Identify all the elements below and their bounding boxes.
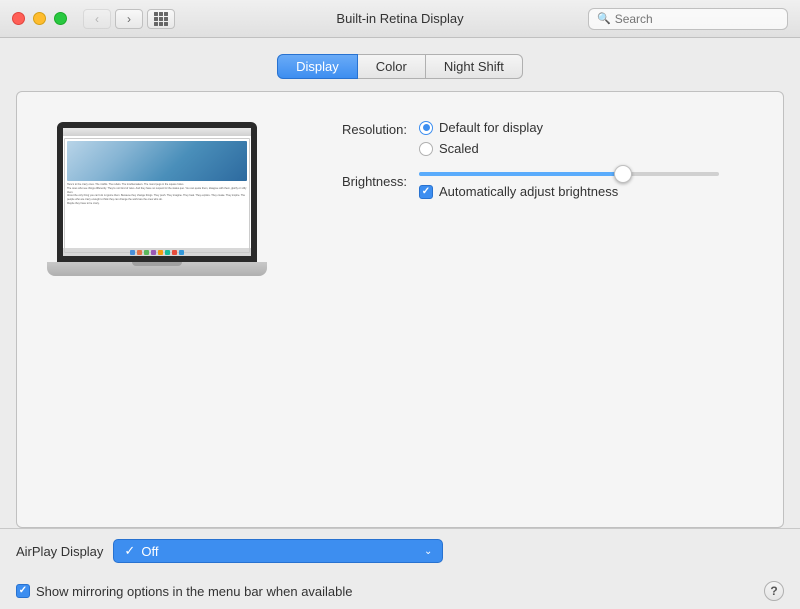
tab-bar: Display Color Night Shift bbox=[16, 54, 784, 79]
airplay-label: AirPlay Display bbox=[16, 544, 103, 559]
resolution-options: Default for display Scaled bbox=[419, 120, 543, 156]
mirroring-row: ✓ Show mirroring options in the menu bar… bbox=[0, 573, 800, 609]
screen-text-3: About the only thing you can't do is ign… bbox=[67, 194, 247, 202]
resolution-default-option[interactable]: Default for display bbox=[419, 120, 543, 135]
laptop-screen: Here's to the crazy ones. The misfits. T… bbox=[57, 122, 257, 262]
display-content: Here's to the crazy ones. The misfits. T… bbox=[47, 112, 753, 276]
laptop-illustration: Here's to the crazy ones. The misfits. T… bbox=[47, 122, 267, 276]
brightness-controls: ✓ Automatically adjust brightness bbox=[419, 172, 719, 199]
search-icon: 🔍 bbox=[597, 12, 611, 25]
brightness-slider-fill bbox=[419, 172, 623, 176]
radio-dot bbox=[423, 124, 430, 131]
auto-brightness-label: Automatically adjust brightness bbox=[439, 184, 618, 199]
resolution-default-label: Default for display bbox=[439, 120, 543, 135]
traffic-lights bbox=[12, 12, 67, 25]
brightness-setting: Brightness: ✓ Automatically adjust brigh… bbox=[307, 172, 753, 199]
checkbox-checkmark: ✓ bbox=[422, 187, 430, 197]
help-button[interactable]: ? bbox=[764, 581, 784, 601]
brightness-label: Brightness: bbox=[307, 172, 407, 189]
resolution-scaled-option[interactable]: Scaled bbox=[419, 141, 543, 156]
screen-image bbox=[67, 141, 247, 181]
laptop-notch bbox=[132, 262, 182, 266]
maximize-button[interactable] bbox=[54, 12, 67, 25]
mirroring-checkmark: ✓ bbox=[19, 586, 27, 596]
auto-brightness-row: ✓ Automatically adjust brightness bbox=[419, 184, 719, 199]
screen-text-2: The ones who see things differently. The… bbox=[67, 187, 247, 195]
brightness-slider-thumb[interactable] bbox=[614, 165, 632, 183]
forward-button[interactable]: › bbox=[115, 9, 143, 29]
auto-brightness-checkbox[interactable]: ✓ bbox=[419, 185, 433, 199]
mirroring-checkbox[interactable]: ✓ bbox=[16, 584, 30, 598]
resolution-scaled-radio[interactable] bbox=[419, 142, 433, 156]
screen-menubar bbox=[63, 128, 251, 136]
screen-inner: Here's to the crazy ones. The misfits. T… bbox=[63, 128, 251, 256]
window-title: Built-in Retina Display bbox=[336, 11, 463, 26]
back-button[interactable]: ‹ bbox=[83, 9, 111, 29]
resolution-scaled-label: Scaled bbox=[439, 141, 479, 156]
content-area: Display Color Night Shift Here's to the … bbox=[0, 38, 800, 528]
airplay-value: Off bbox=[141, 544, 424, 559]
chevron-down-icon: ⌄ bbox=[424, 546, 432, 557]
minimize-button[interactable] bbox=[33, 12, 46, 25]
settings-panel: Resolution: Default for display Scaled bbox=[307, 120, 753, 199]
airplay-checkmark: ✓ bbox=[124, 543, 135, 559]
tab-night-shift[interactable]: Night Shift bbox=[426, 54, 523, 79]
mirroring-label: Show mirroring options in the menu bar w… bbox=[36, 584, 353, 599]
tab-color[interactable]: Color bbox=[358, 54, 426, 79]
airplay-dropdown[interactable]: ✓ Off ⌄ bbox=[113, 539, 443, 563]
resolution-default-radio[interactable] bbox=[419, 121, 433, 135]
grid-view-button[interactable] bbox=[147, 9, 175, 29]
airplay-bar: AirPlay Display ✓ Off ⌄ bbox=[0, 528, 800, 573]
search-bar[interactable]: 🔍 bbox=[588, 8, 788, 30]
brightness-slider-track[interactable] bbox=[419, 172, 719, 176]
nav-buttons: ‹ › bbox=[83, 9, 143, 29]
resolution-label: Resolution: bbox=[307, 120, 407, 137]
close-button[interactable] bbox=[12, 12, 25, 25]
laptop-base bbox=[47, 262, 267, 276]
screen-dock bbox=[63, 248, 251, 256]
bottom-section: AirPlay Display ✓ Off ⌄ ✓ Show mirroring… bbox=[0, 528, 800, 609]
tab-display[interactable]: Display bbox=[277, 54, 358, 79]
title-bar: ‹ › Built-in Retina Display 🔍 bbox=[0, 0, 800, 38]
search-input[interactable] bbox=[615, 12, 779, 26]
resolution-setting: Resolution: Default for display Scaled bbox=[307, 120, 753, 156]
screen-window: Here's to the crazy ones. The misfits. T… bbox=[64, 138, 250, 253]
screen-text-4: Maybe they have to be crazy. bbox=[67, 202, 247, 206]
grid-icon bbox=[154, 12, 168, 26]
main-panel: Here's to the crazy ones. The misfits. T… bbox=[16, 91, 784, 528]
